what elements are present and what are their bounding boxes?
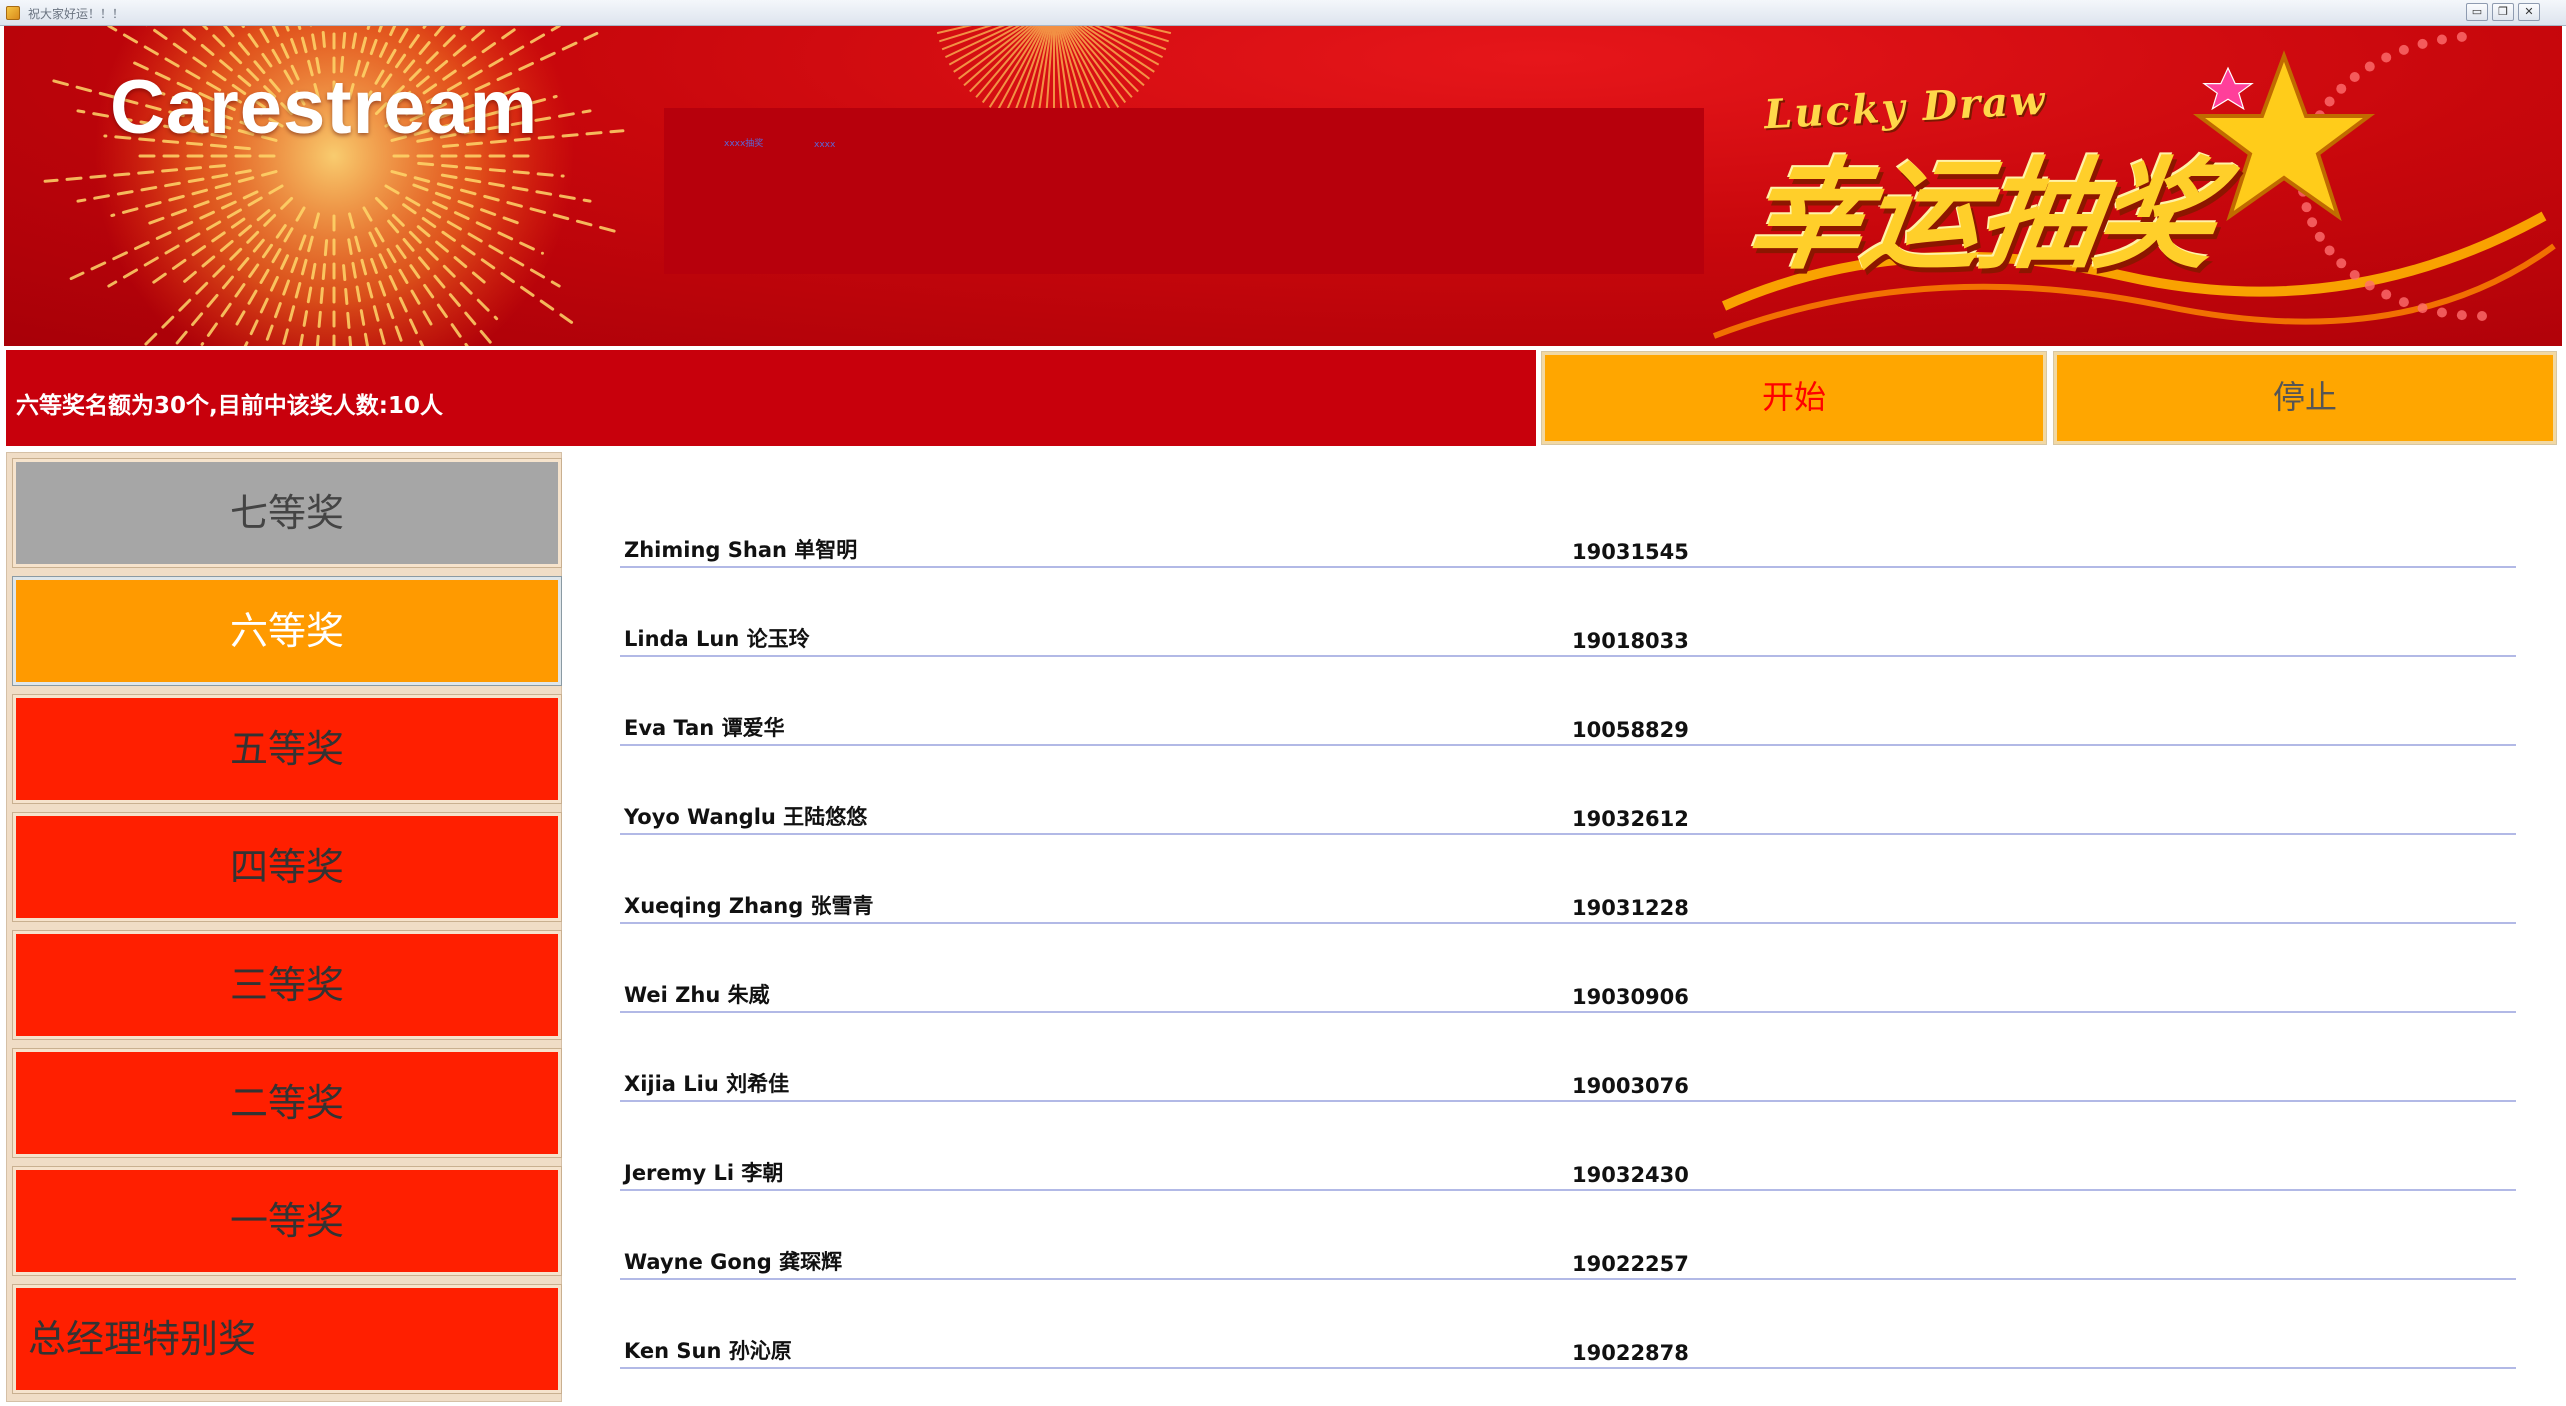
- winner-row: Wayne Gong 龚琛辉 19022257: [620, 1246, 2516, 1280]
- restore-button[interactable]: ❐: [2492, 3, 2514, 21]
- winner-name: Linda Lun 论玉玲: [624, 627, 810, 651]
- banner-center-panel: [664, 108, 1704, 274]
- prize-panel: 七等奖 六等奖 五等奖 四等奖 三等奖 二等奖 一等奖 总经理特别奖: [6, 452, 562, 1402]
- status-bar: 六等奖名额为30个,目前中该奖人数:10人: [4, 348, 1538, 448]
- winner-row: Xueqing Zhang 张雪青 19031228: [620, 890, 2516, 924]
- prize-button-2nd[interactable]: 二等奖: [12, 1048, 562, 1158]
- winner-id: 19022257: [1572, 1252, 1689, 1276]
- winner-row: Jeremy Li 李朝 19032430: [620, 1157, 2516, 1191]
- banner-tiny-text-2: xxxx: [814, 140, 836, 150]
- app-icon: [6, 6, 20, 20]
- prize-button-gm-special[interactable]: 总经理特别奖: [12, 1284, 562, 1394]
- winner-id: 19030906: [1572, 985, 1689, 1009]
- winner-row: Ken Sun 孙沁原 19022878: [620, 1335, 2516, 1369]
- winner-id: 19003076: [1572, 1074, 1689, 1098]
- prize-button-6th[interactable]: 六等奖: [12, 576, 562, 686]
- winner-name: Wei Zhu 朱威: [624, 983, 770, 1007]
- winner-name: Ken Sun 孙沁原: [624, 1339, 792, 1363]
- prize-button-4th[interactable]: 四等奖: [12, 812, 562, 922]
- winner-name: Yoyo Wanglu 王陆悠悠: [624, 805, 868, 829]
- winner-row: Xijia Liu 刘希佳 19003076: [620, 1068, 2516, 1102]
- window-titlebar: 祝大家好运！！！ ▭ ❐ ✕: [0, 0, 2566, 26]
- winner-row: Eva Tan 谭爱华 10058829: [620, 712, 2516, 746]
- prize-button-7th[interactable]: 七等奖: [12, 458, 562, 568]
- winner-row: Yoyo Wanglu 王陆悠悠 19032612: [620, 801, 2516, 835]
- banner-tiny-text: xxxx抽奖: [724, 139, 764, 149]
- winner-id: 19032430: [1572, 1163, 1689, 1187]
- winner-row: Zhiming Shan 单智明 19031545: [620, 534, 2516, 568]
- top-firework-graphic: [936, 26, 1172, 116]
- winner-id: 19018033: [1572, 629, 1689, 653]
- close-button[interactable]: ✕: [2518, 3, 2540, 21]
- prize-button-1st[interactable]: 一等奖: [12, 1166, 562, 1276]
- lucky-draw-cn-title: 幸运抽奖: [1737, 147, 2222, 286]
- winner-name: Xijia Liu 刘希佳: [624, 1072, 790, 1096]
- start-button[interactable]: 开始: [1541, 351, 2047, 445]
- status-text: 六等奖名额为30个,目前中该奖人数:10人: [16, 393, 443, 419]
- window-title: 祝大家好运！！！: [28, 7, 125, 21]
- winner-row: Linda Lun 论玉玲 19018033: [620, 623, 2516, 657]
- winner-id: 10058829: [1572, 718, 1689, 742]
- winner-name: Jeremy Li 李朝: [624, 1161, 784, 1185]
- minimize-button[interactable]: ▭: [2466, 3, 2488, 21]
- winner-name: Wayne Gong 龚琛辉: [624, 1250, 843, 1274]
- prize-button-5th[interactable]: 五等奖: [12, 694, 562, 804]
- winner-name: Eva Tan 谭爱华: [624, 716, 785, 740]
- winner-id: 19031545: [1572, 540, 1689, 564]
- header-banner: xxxx抽奖 xxxx Carestream Lucky Draw 幸运抽奖: [4, 26, 2562, 346]
- winner-id: 19032612: [1572, 807, 1689, 831]
- winner-id: 19022878: [1572, 1341, 1689, 1365]
- winner-name: Zhiming Shan 单智明: [624, 538, 858, 562]
- winner-row: Wei Zhu 朱威 19030906: [620, 979, 2516, 1013]
- carestream-logo: Carestream: [110, 65, 539, 150]
- stop-button[interactable]: 停止: [2053, 351, 2557, 445]
- winner-id: 19031228: [1572, 896, 1689, 920]
- prize-button-3rd[interactable]: 三等奖: [12, 930, 562, 1040]
- winner-name: Xueqing Zhang 张雪青: [624, 894, 874, 918]
